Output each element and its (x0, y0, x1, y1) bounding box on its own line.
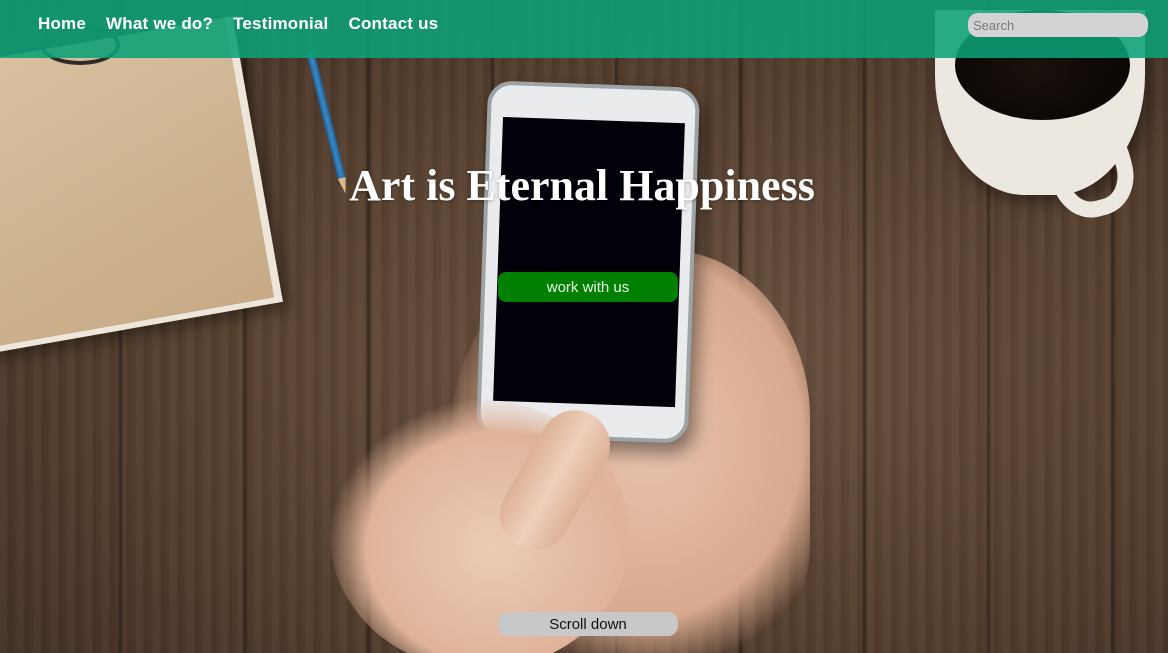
hero-background-image (0, 0, 1168, 653)
scroll-down-button[interactable]: Scroll down (498, 612, 678, 636)
nav-link-home[interactable]: Home (38, 14, 86, 34)
nav-link-testimonial[interactable]: Testimonial (233, 14, 328, 34)
search-input[interactable] (968, 13, 1148, 37)
work-with-us-button[interactable]: work with us (498, 272, 678, 302)
smartphone-image (475, 80, 701, 444)
nav-link-what-we-do[interactable]: What we do? (106, 14, 213, 34)
hero-title: Art is Eternal Happiness (349, 161, 815, 210)
nav-links: Home What we do? Testimonial Contact us (38, 14, 438, 34)
nav-link-contact-us[interactable]: Contact us (348, 14, 438, 34)
top-navbar: Home What we do? Testimonial Contact us (0, 0, 1168, 58)
